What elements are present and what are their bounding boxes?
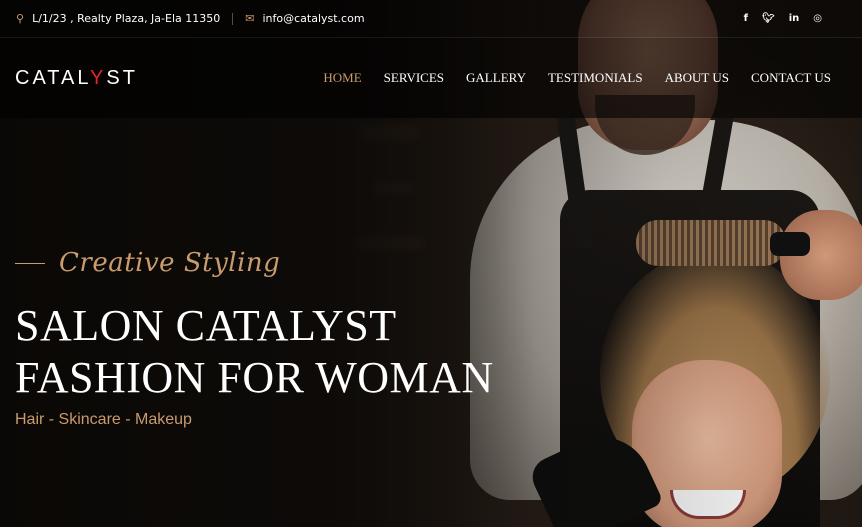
nav-gallery[interactable]: GALLERY bbox=[466, 70, 526, 86]
social-links: f 🐦︎ in ◎ bbox=[744, 13, 822, 24]
logo-text-part2: ST bbox=[106, 66, 138, 89]
nav-services[interactable]: SERVICES bbox=[384, 70, 444, 86]
nav-about-us[interactable]: ABOUT US bbox=[665, 70, 729, 86]
location-pin-icon: ⚲ bbox=[16, 12, 25, 25]
logo-text-part1: CATAL bbox=[15, 66, 91, 89]
divider bbox=[232, 12, 234, 25]
linkedin-icon[interactable]: in bbox=[789, 13, 800, 24]
top-info-bar: ⚲ L/1/23 , Realty Plaza, Ja-Ela 11350 ✉ … bbox=[0, 0, 862, 38]
hero-title: SALON CATALYST FASHION FOR WOMAN bbox=[15, 300, 494, 404]
nav-contact-us[interactable]: CONTACT US bbox=[751, 70, 831, 86]
hero-subtitle: Hair - Skincare - Makeup bbox=[15, 411, 192, 428]
address-text: L/1/23 , Realty Plaza, Ja-Ela 11350 bbox=[32, 12, 221, 25]
logo-text-y: Y bbox=[90, 66, 107, 89]
main-navbar: CATALYST HOME SERVICES GALLERY TESTIMONI… bbox=[0, 38, 862, 118]
envelope-icon: ✉ bbox=[245, 12, 255, 25]
kicker-text: Creative Styling bbox=[59, 248, 281, 278]
twitter-icon[interactable]: 🐦︎ bbox=[762, 13, 775, 24]
hero-title-line2: FASHION FOR WOMAN bbox=[15, 353, 494, 402]
instagram-icon[interactable]: ◎ bbox=[813, 13, 822, 24]
email-item[interactable]: ✉ info@catalyst.com bbox=[245, 12, 364, 25]
kicker-line bbox=[15, 262, 45, 264]
hero-title-line1: SALON CATALYST bbox=[15, 301, 397, 350]
address-item: ⚲ L/1/23 , Realty Plaza, Ja-Ela 11350 bbox=[16, 12, 220, 25]
primary-nav: HOME SERVICES GALLERY TESTIMONIALS ABOUT… bbox=[323, 70, 831, 86]
nav-testimonials[interactable]: TESTIMONIALS bbox=[548, 70, 643, 86]
hero-kicker: Creative Styling bbox=[15, 248, 280, 278]
email-link[interactable]: info@catalyst.com bbox=[262, 12, 364, 25]
nav-home[interactable]: HOME bbox=[323, 70, 361, 86]
facebook-icon[interactable]: f bbox=[744, 13, 748, 24]
site-logo[interactable]: CATALYST bbox=[15, 67, 138, 90]
